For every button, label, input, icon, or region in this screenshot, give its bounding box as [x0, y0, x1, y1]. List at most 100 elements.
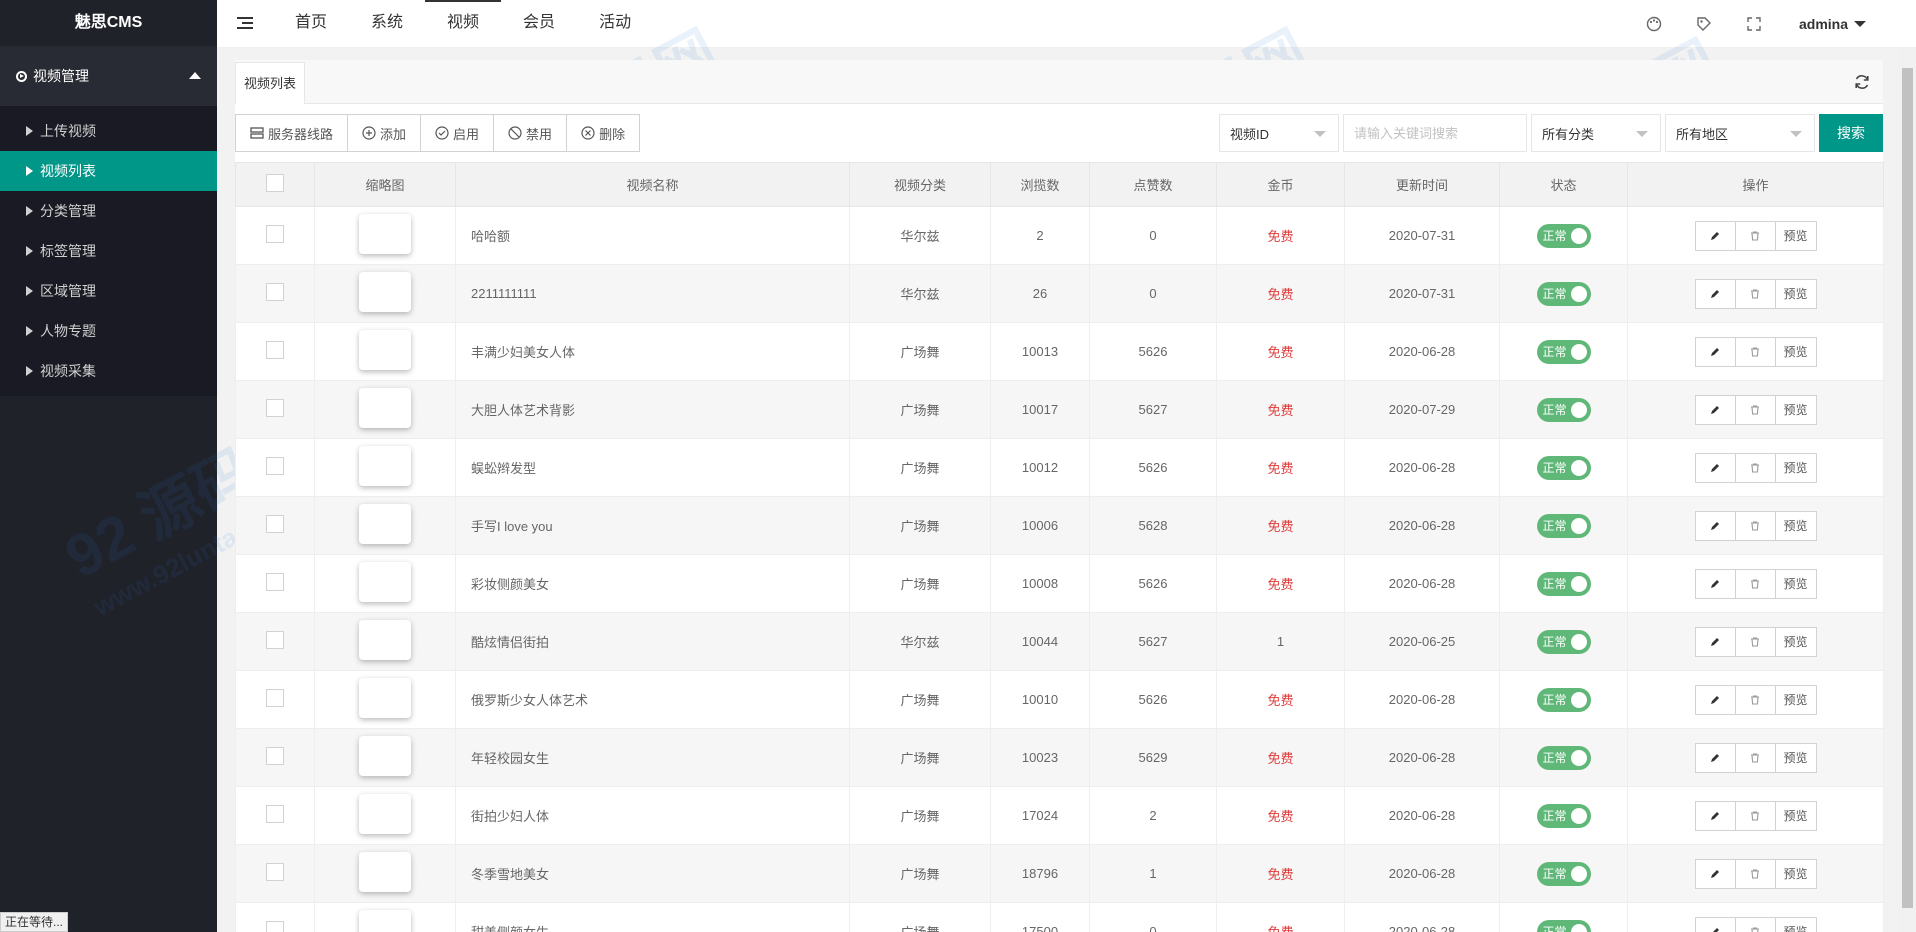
- delete-row-button[interactable]: [1735, 337, 1776, 366]
- status-toggle[interactable]: 正常: [1536, 455, 1591, 480]
- row-checkbox[interactable]: [266, 863, 284, 881]
- video-thumbnail[interactable]: [359, 330, 411, 370]
- sidebar-item-region[interactable]: 区域管理: [0, 271, 217, 311]
- region-select[interactable]: 所有地区: [1665, 114, 1815, 152]
- edit-button[interactable]: [1695, 627, 1736, 656]
- refresh-icon[interactable]: [1853, 73, 1871, 91]
- status-toggle[interactable]: 正常: [1536, 919, 1591, 932]
- sidebar-item-category[interactable]: 分类管理: [0, 191, 217, 231]
- server-line-button[interactable]: 服务器线路: [236, 115, 349, 151]
- video-thumbnail[interactable]: [359, 620, 411, 660]
- sidebar-item-people[interactable]: 人物专题: [0, 311, 217, 351]
- status-toggle[interactable]: 正常: [1536, 513, 1591, 538]
- fullscreen-icon[interactable]: [1745, 15, 1763, 33]
- edit-button[interactable]: [1695, 221, 1736, 250]
- delete-row-button[interactable]: [1735, 453, 1776, 482]
- row-checkbox[interactable]: [266, 283, 284, 301]
- video-thumbnail[interactable]: [359, 504, 411, 544]
- preview-button[interactable]: 预览: [1775, 569, 1816, 598]
- sidebar-item-video-list[interactable]: 视频列表: [0, 151, 217, 191]
- preview-button[interactable]: 预览: [1775, 743, 1816, 772]
- status-toggle[interactable]: 正常: [1536, 223, 1591, 248]
- video-thumbnail[interactable]: [359, 446, 411, 486]
- row-checkbox[interactable]: [266, 399, 284, 417]
- status-toggle[interactable]: 正常: [1536, 687, 1591, 712]
- edit-button[interactable]: [1695, 337, 1736, 366]
- video-thumbnail[interactable]: [359, 388, 411, 428]
- preview-button[interactable]: 预览: [1775, 627, 1816, 656]
- sidebar-item-tags[interactable]: 标签管理: [0, 231, 217, 271]
- video-thumbnail[interactable]: [359, 852, 411, 892]
- keyword-search-input[interactable]: [1343, 114, 1527, 152]
- edit-button[interactable]: [1695, 511, 1736, 540]
- preview-button[interactable]: 预览: [1775, 859, 1816, 888]
- preview-button[interactable]: 预览: [1775, 685, 1816, 714]
- row-checkbox[interactable]: [266, 515, 284, 533]
- status-toggle[interactable]: 正常: [1536, 571, 1591, 596]
- row-checkbox[interactable]: [266, 341, 284, 359]
- delete-row-button[interactable]: [1735, 279, 1776, 308]
- preview-button[interactable]: 预览: [1775, 917, 1816, 932]
- row-checkbox[interactable]: [266, 225, 284, 243]
- preview-button[interactable]: 预览: [1775, 337, 1816, 366]
- sidebar-item-collect[interactable]: 视频采集: [0, 351, 217, 391]
- scrollbar[interactable]: [1899, 48, 1916, 932]
- status-toggle[interactable]: 正常: [1536, 803, 1591, 828]
- preview-button[interactable]: 预览: [1775, 279, 1816, 308]
- delete-row-button[interactable]: [1735, 221, 1776, 250]
- video-thumbnail[interactable]: [359, 678, 411, 718]
- delete-row-button[interactable]: [1735, 569, 1776, 598]
- top-menu-video[interactable]: 视频: [425, 0, 502, 48]
- delete-row-button[interactable]: [1735, 395, 1776, 424]
- status-toggle[interactable]: 正常: [1536, 629, 1591, 654]
- top-menu-system[interactable]: 系统: [349, 0, 425, 48]
- row-checkbox[interactable]: [266, 747, 284, 765]
- top-menu-activity[interactable]: 活动: [577, 0, 653, 48]
- row-checkbox[interactable]: [266, 631, 284, 649]
- category-select[interactable]: 所有分类: [1531, 114, 1661, 152]
- nav-group-video-management[interactable]: 视频管理: [0, 46, 217, 106]
- video-thumbnail[interactable]: [359, 794, 411, 834]
- top-menu-member[interactable]: 会员: [501, 0, 577, 48]
- search-button[interactable]: 搜索: [1819, 114, 1883, 152]
- row-checkbox[interactable]: [266, 921, 284, 932]
- status-toggle[interactable]: 正常: [1536, 397, 1591, 422]
- video-thumbnail[interactable]: [359, 736, 411, 776]
- preview-button[interactable]: 预览: [1775, 511, 1816, 540]
- enable-button[interactable]: 启用: [421, 115, 495, 151]
- row-checkbox[interactable]: [266, 457, 284, 475]
- delete-row-button[interactable]: [1735, 627, 1776, 656]
- preview-button[interactable]: 预览: [1775, 221, 1816, 250]
- row-checkbox[interactable]: [266, 689, 284, 707]
- delete-row-button[interactable]: [1735, 685, 1776, 714]
- edit-button[interactable]: [1695, 743, 1736, 772]
- status-toggle[interactable]: 正常: [1536, 745, 1591, 770]
- tag-icon[interactable]: [1695, 15, 1713, 33]
- preview-button[interactable]: 预览: [1775, 801, 1816, 830]
- menu-toggle-icon[interactable]: [237, 17, 253, 31]
- theme-palette-icon[interactable]: [1645, 15, 1663, 33]
- add-button[interactable]: 添加: [348, 115, 422, 151]
- status-toggle[interactable]: 正常: [1536, 861, 1591, 886]
- scrollbar-thumb[interactable]: [1902, 68, 1913, 908]
- disable-button[interactable]: 禁用: [494, 115, 568, 151]
- edit-button[interactable]: [1695, 395, 1736, 424]
- edit-button[interactable]: [1695, 801, 1736, 830]
- row-checkbox[interactable]: [266, 573, 284, 591]
- edit-button[interactable]: [1695, 569, 1736, 598]
- tab-video-list[interactable]: 视频列表: [235, 62, 306, 104]
- video-thumbnail[interactable]: [359, 910, 411, 932]
- top-menu-home[interactable]: 首页: [273, 0, 349, 48]
- select-all-checkbox[interactable]: [266, 174, 284, 192]
- video-thumbnail[interactable]: [359, 562, 411, 602]
- edit-button[interactable]: [1695, 453, 1736, 482]
- delete-row-button[interactable]: [1735, 859, 1776, 888]
- edit-button[interactable]: [1695, 685, 1736, 714]
- edit-button[interactable]: [1695, 279, 1736, 308]
- edit-button[interactable]: [1695, 917, 1736, 932]
- delete-row-button[interactable]: [1735, 801, 1776, 830]
- field-select[interactable]: 视频ID: [1219, 114, 1339, 152]
- sidebar-item-upload-video[interactable]: 上传视频: [0, 111, 217, 151]
- video-thumbnail[interactable]: [359, 214, 411, 254]
- video-thumbnail[interactable]: [359, 272, 411, 312]
